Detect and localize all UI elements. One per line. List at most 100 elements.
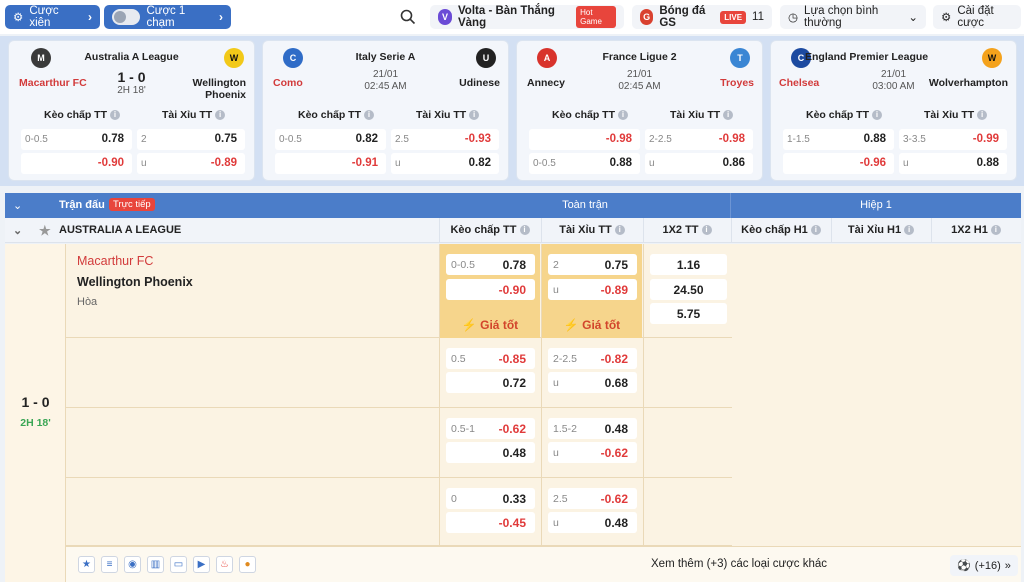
odds-line: 0.5 xyxy=(451,353,466,365)
one-click-toggle[interactable] xyxy=(112,9,141,25)
card-away-team: Troyes xyxy=(720,77,754,89)
odds-1x2-draw[interactable]: 5.75 xyxy=(650,303,727,324)
card-home-team: Como xyxy=(273,77,303,89)
col-ou-tt: Tài Xỉu TT i xyxy=(541,218,643,243)
odds-cell[interactable]: 0.5 -0.85 xyxy=(446,348,535,369)
odds-cell[interactable]: u 0.68 xyxy=(548,372,637,393)
more-markets-count: (+16) xyxy=(974,559,1001,572)
info-icon: i xyxy=(701,225,712,236)
star-icon[interactable]: ★ xyxy=(78,556,95,573)
odds-cell[interactable]: 2-2.5 -0.82 xyxy=(548,348,637,369)
odds-cell[interactable]: u 0.48 xyxy=(548,512,637,533)
more-markets-button[interactable]: ⚽ (+16) » xyxy=(950,555,1018,576)
odds-cell[interactable]: u -0.89 xyxy=(137,153,245,174)
league-header: ⌄ ★ AUSTRALIA A LEAGUE Kèo chấp TT i Tài … xyxy=(5,218,1021,243)
odds-cell[interactable]: 2.5 -0.93 xyxy=(391,129,499,150)
odds-cell[interactable]: 0.48 xyxy=(446,442,535,463)
stats-db-icon[interactable]: ≡ xyxy=(101,556,118,573)
odds-cell[interactable]: 3-3.5 -0.99 xyxy=(899,129,1007,150)
gia-tot-label: ⚡ Giá tốt xyxy=(440,318,540,332)
fire-icon[interactable]: ♨ xyxy=(216,556,233,573)
live-score: 1 - 0 xyxy=(21,394,50,410)
odds-value: 0.88 xyxy=(863,133,886,145)
odds-value: 0.48 xyxy=(604,516,628,530)
odds-cell[interactable]: 0-0.5 0.78 xyxy=(21,129,132,150)
col-label: Tài Xỉu TT xyxy=(559,224,612,236)
odds-value: -0.90 xyxy=(97,157,124,169)
odds-value: 5.75 xyxy=(676,307,701,321)
draw-label: Hòa xyxy=(77,296,98,308)
odds-cell[interactable]: -0.90 xyxy=(446,279,535,300)
odds-value: 0.82 xyxy=(355,133,378,145)
play-video-icon[interactable]: ▶ xyxy=(193,556,210,573)
odds-cell[interactable]: 0.5-1 -0.62 xyxy=(446,418,535,439)
odds-cell[interactable]: 0-0.5 0.88 xyxy=(529,153,640,174)
odds-line: 0-0.5 xyxy=(279,134,302,145)
odds-line: 1.5-2 xyxy=(553,423,577,435)
cuoc-1-cham-button[interactable]: Cược 1 chạm › xyxy=(104,5,231,29)
lua-chon-dropdown[interactable]: ◷ Lựa chọn bình thường ⌄ xyxy=(780,5,926,29)
chevron-down-icon[interactable]: ⌄ xyxy=(13,224,22,237)
eye-icon[interactable]: ◉ xyxy=(124,556,141,573)
bong-da-gs-link[interactable]: G Bóng đá GS LIVE 11 xyxy=(632,5,772,29)
odds-cell[interactable]: 1.5-2 0.48 xyxy=(548,418,637,439)
odds-cell[interactable]: 0-0.5 0.82 xyxy=(275,129,386,150)
odds-cell[interactable]: u -0.62 xyxy=(548,442,637,463)
odds-cell[interactable]: 1-1.5 0.88 xyxy=(783,129,894,150)
odds-1x2-home[interactable]: 1.16 xyxy=(650,254,727,275)
odds-value: -0.45 xyxy=(498,516,526,530)
odds-cell[interactable]: -0.98 xyxy=(529,129,640,150)
live-minute: 2H 18' xyxy=(20,417,51,429)
collapse-all-icon[interactable]: ⌄ xyxy=(13,199,22,212)
odds-cell[interactable]: u -0.89 xyxy=(548,279,637,300)
odds-line: u xyxy=(553,284,559,296)
card-league: Italy Serie A xyxy=(355,51,416,63)
odds-cell[interactable]: 2 0.75 xyxy=(137,129,245,150)
top-bar: ⚙ Cược xiên › Cược 1 chạm › V Volta - Bà… xyxy=(0,0,1024,34)
odds-cell[interactable]: 2-2.5 -0.98 xyxy=(645,129,753,150)
live-count: 11 xyxy=(752,11,764,23)
soccer-ball-icon: ⚽ xyxy=(957,560,971,572)
odds-value: -0.93 xyxy=(464,133,491,145)
match-card[interactable]: A T France Ligue 2 21/01 02:45 AM Annecy… xyxy=(516,40,763,181)
field-icon[interactable]: ▭ xyxy=(170,556,187,573)
cai-dat-button[interactable]: ⚙ Cài đặt cược xyxy=(933,5,1021,29)
odds-cell[interactable]: u 0.86 xyxy=(645,153,753,174)
volta-game-link[interactable]: V Volta - Bàn Thắng Vàng Hot Game xyxy=(430,5,624,29)
odds-cell[interactable]: 0 0.33 xyxy=(446,488,535,509)
col-label: Tài Xỉu H1 xyxy=(847,224,902,236)
odds-cell[interactable]: -0.45 xyxy=(446,512,535,533)
odds-line: u xyxy=(553,447,559,459)
odds-value: 0.48 xyxy=(604,422,628,436)
search-icon[interactable] xyxy=(400,9,416,25)
card-league: France Ligue 2 xyxy=(602,51,677,63)
odds-cell[interactable]: 2 0.75 xyxy=(548,254,637,275)
odds-cell[interactable]: -0.96 xyxy=(783,153,894,174)
star-icon[interactable]: ★ xyxy=(39,223,51,239)
away-team[interactable]: Wellington Phoenix xyxy=(77,275,193,289)
match-card[interactable]: M W Australia A League 1 - 0 2H 18' Maca… xyxy=(8,40,255,181)
odds-1x2-away[interactable]: 24.50 xyxy=(650,279,727,300)
odds-value: -0.89 xyxy=(210,157,237,169)
ou-label: Tài Xỉu TT xyxy=(416,109,467,121)
odds-cell[interactable]: -0.91 xyxy=(275,153,386,174)
odds-cell[interactable]: u 0.82 xyxy=(391,153,499,174)
xem-them-link[interactable]: Xem thêm (+3) các loại cược khác xyxy=(651,558,827,570)
odds-cell[interactable]: -0.90 xyxy=(21,153,132,174)
card-away-team: Wolverhampton xyxy=(928,77,1008,89)
bar-chart-icon[interactable]: ▥ xyxy=(147,556,164,573)
odds-line: u xyxy=(649,158,655,169)
home-team[interactable]: Macarthur FC xyxy=(77,254,153,268)
truc-tiep-badge[interactable]: Trực tiếp xyxy=(109,198,155,211)
odds-cell[interactable]: 2.5 -0.62 xyxy=(548,488,637,509)
hot-game-badge: Hot Game xyxy=(576,6,616,28)
half1-empty-area xyxy=(731,244,1021,546)
match-card[interactable]: C W England Premier League 21/01 03:00 A… xyxy=(770,40,1017,181)
cuoc-xien-button[interactable]: ⚙ Cược xiên › xyxy=(5,5,100,29)
odds-value: 0.75 xyxy=(214,133,237,145)
odds-cell[interactable]: u 0.88 xyxy=(899,153,1007,174)
odds-cell[interactable]: 0-0.5 0.78 xyxy=(446,254,535,275)
match-card[interactable]: C U Italy Serie A 21/01 02:45 AM Como Ud… xyxy=(262,40,509,181)
coin-icon[interactable]: ● xyxy=(239,556,256,573)
odds-cell[interactable]: 0.72 xyxy=(446,372,535,393)
